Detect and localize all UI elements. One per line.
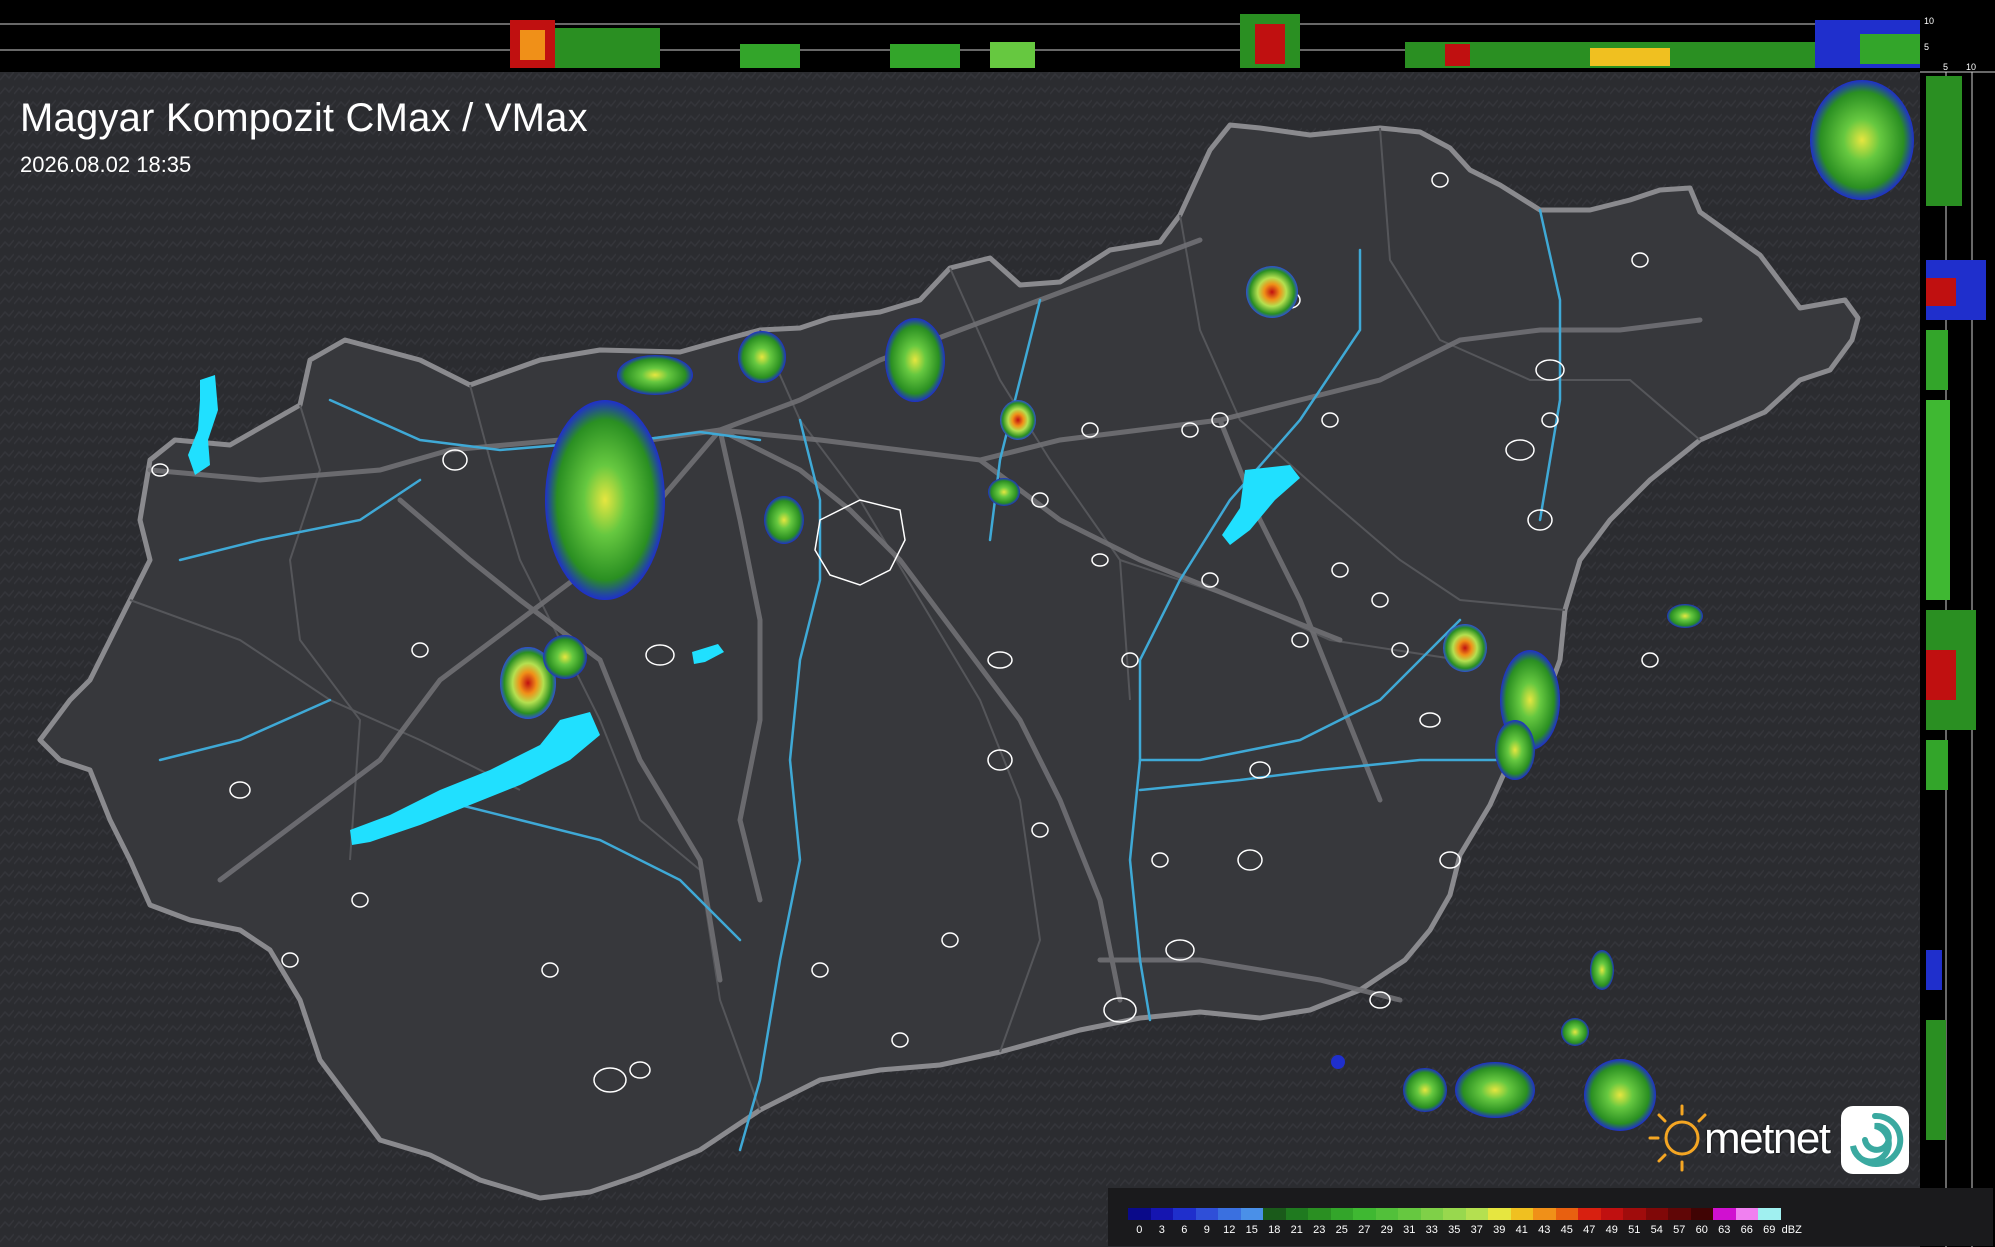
echo-north-4 (988, 478, 1020, 506)
legend-value: 43 (1538, 1224, 1551, 1236)
legend-value: 15 (1245, 1224, 1258, 1236)
legend-color-bar (1128, 1208, 1781, 1220)
dbz-legend: 0 3 6 9 12 15 18 21 23 25 27 29 31 33 35 37 39 41 43 45 47 49… (1108, 1188, 1993, 1246)
legend-swatch (1645, 1208, 1668, 1220)
legend-value: 12 (1223, 1224, 1236, 1236)
echo-south-6 (1331, 1055, 1345, 1069)
echo-north-3 (1000, 400, 1036, 440)
legend-value: 18 (1268, 1224, 1281, 1236)
legend-value: 39 (1493, 1224, 1506, 1236)
legend-swatch (1735, 1208, 1758, 1220)
echo-nw-top (617, 355, 693, 395)
legend-value: 57 (1673, 1224, 1686, 1236)
legend-swatch (1600, 1208, 1623, 1220)
legend-swatch (1398, 1208, 1421, 1220)
echo-south-4 (1403, 1068, 1447, 1112)
right-axis-label-5: 5 (1943, 62, 1948, 72)
echo-nw-big (545, 400, 665, 600)
legend-value: 69 (1763, 1224, 1776, 1236)
top-axis-label-10: 10 (1924, 16, 1934, 26)
legend-unit: dBZ (1781, 1224, 1802, 1236)
radar-map: 10 5 5 10 (0, 0, 1995, 1247)
legend-swatch (1195, 1208, 1218, 1220)
legend-swatch (1240, 1208, 1263, 1220)
echo-east-1 (1443, 624, 1487, 672)
legend-swatch (1488, 1208, 1511, 1220)
legend-value: 21 (1290, 1224, 1303, 1236)
metnet-logo: metnet (1638, 1106, 1909, 1180)
legend-value: 45 (1560, 1224, 1573, 1236)
echo-danube-bend (764, 496, 804, 544)
legend-swatch (1353, 1208, 1376, 1220)
legend-value: 51 (1628, 1224, 1641, 1236)
echo-ne-corner (1810, 80, 1914, 200)
legend-swatch (1375, 1208, 1398, 1220)
legend-swatch (1150, 1208, 1173, 1220)
echo-miskolc (1246, 266, 1298, 318)
metnet-swirl-icon (1841, 1106, 1909, 1174)
legend-value: 35 (1448, 1224, 1461, 1236)
legend-value: 6 (1181, 1224, 1188, 1236)
legend-value: 54 (1650, 1224, 1663, 1236)
legend-value: 9 (1203, 1224, 1210, 1236)
legend-swatch (1555, 1208, 1578, 1220)
legend-swatch (1713, 1208, 1736, 1220)
legend-swatch (1465, 1208, 1488, 1220)
legend-value: 0 (1136, 1224, 1143, 1236)
legend-swatch (1533, 1208, 1556, 1220)
legend-value: 60 (1695, 1224, 1708, 1236)
legend-value: 29 (1380, 1224, 1393, 1236)
legend-swatch (1623, 1208, 1646, 1220)
echo-balaton-north-2 (543, 635, 587, 679)
legend-swatch (1128, 1208, 1151, 1220)
legend-swatch (1330, 1208, 1353, 1220)
echo-south-3 (1455, 1062, 1535, 1118)
legend-value: 23 (1313, 1224, 1326, 1236)
legend-value: 47 (1583, 1224, 1596, 1236)
legend-swatch (1285, 1208, 1308, 1220)
legend-value: 3 (1158, 1224, 1165, 1236)
legend-swatch (1510, 1208, 1533, 1220)
echo-east-4 (1667, 604, 1703, 628)
legend-swatch (1263, 1208, 1286, 1220)
echo-north-2 (885, 318, 945, 402)
echo-south-2 (1561, 1018, 1589, 1046)
legend-value: 33 (1425, 1224, 1438, 1236)
brand-name: metnet (1704, 1114, 1831, 1163)
echo-south-1 (1590, 950, 1614, 990)
legend-value: 49 (1605, 1224, 1618, 1236)
legend-value: 37 (1470, 1224, 1483, 1236)
map-timestamp: 2026.08.02 18:35 (20, 152, 192, 177)
legend-swatch (1578, 1208, 1601, 1220)
legend-swatch (1218, 1208, 1241, 1220)
echo-east-3 (1495, 720, 1535, 780)
legend-swatch (1308, 1208, 1331, 1220)
legend-value: 63 (1718, 1224, 1731, 1236)
legend-value: 41 (1515, 1224, 1528, 1236)
legend-swatch (1668, 1208, 1691, 1220)
legend-swatch (1420, 1208, 1443, 1220)
legend-swatch (1758, 1208, 1781, 1220)
legend-value: 25 (1335, 1224, 1348, 1236)
map-title: Magyar Kompozit CMax / VMax (20, 96, 588, 140)
echo-north-small (738, 331, 786, 383)
legend-swatch (1443, 1208, 1466, 1220)
right-axis-label-10: 10 (1966, 62, 1976, 72)
legend-value: 66 (1740, 1224, 1753, 1236)
legend-value: 31 (1403, 1224, 1416, 1236)
legend-swatch (1173, 1208, 1196, 1220)
legend-value: 27 (1358, 1224, 1371, 1236)
legend-swatch (1690, 1208, 1713, 1220)
top-axis-label-5: 5 (1924, 42, 1929, 52)
legend-labels: 0 3 6 9 12 15 18 21 23 25 27 29 31 33 35 37 39 41 43 45 47 49… (1128, 1224, 1803, 1236)
